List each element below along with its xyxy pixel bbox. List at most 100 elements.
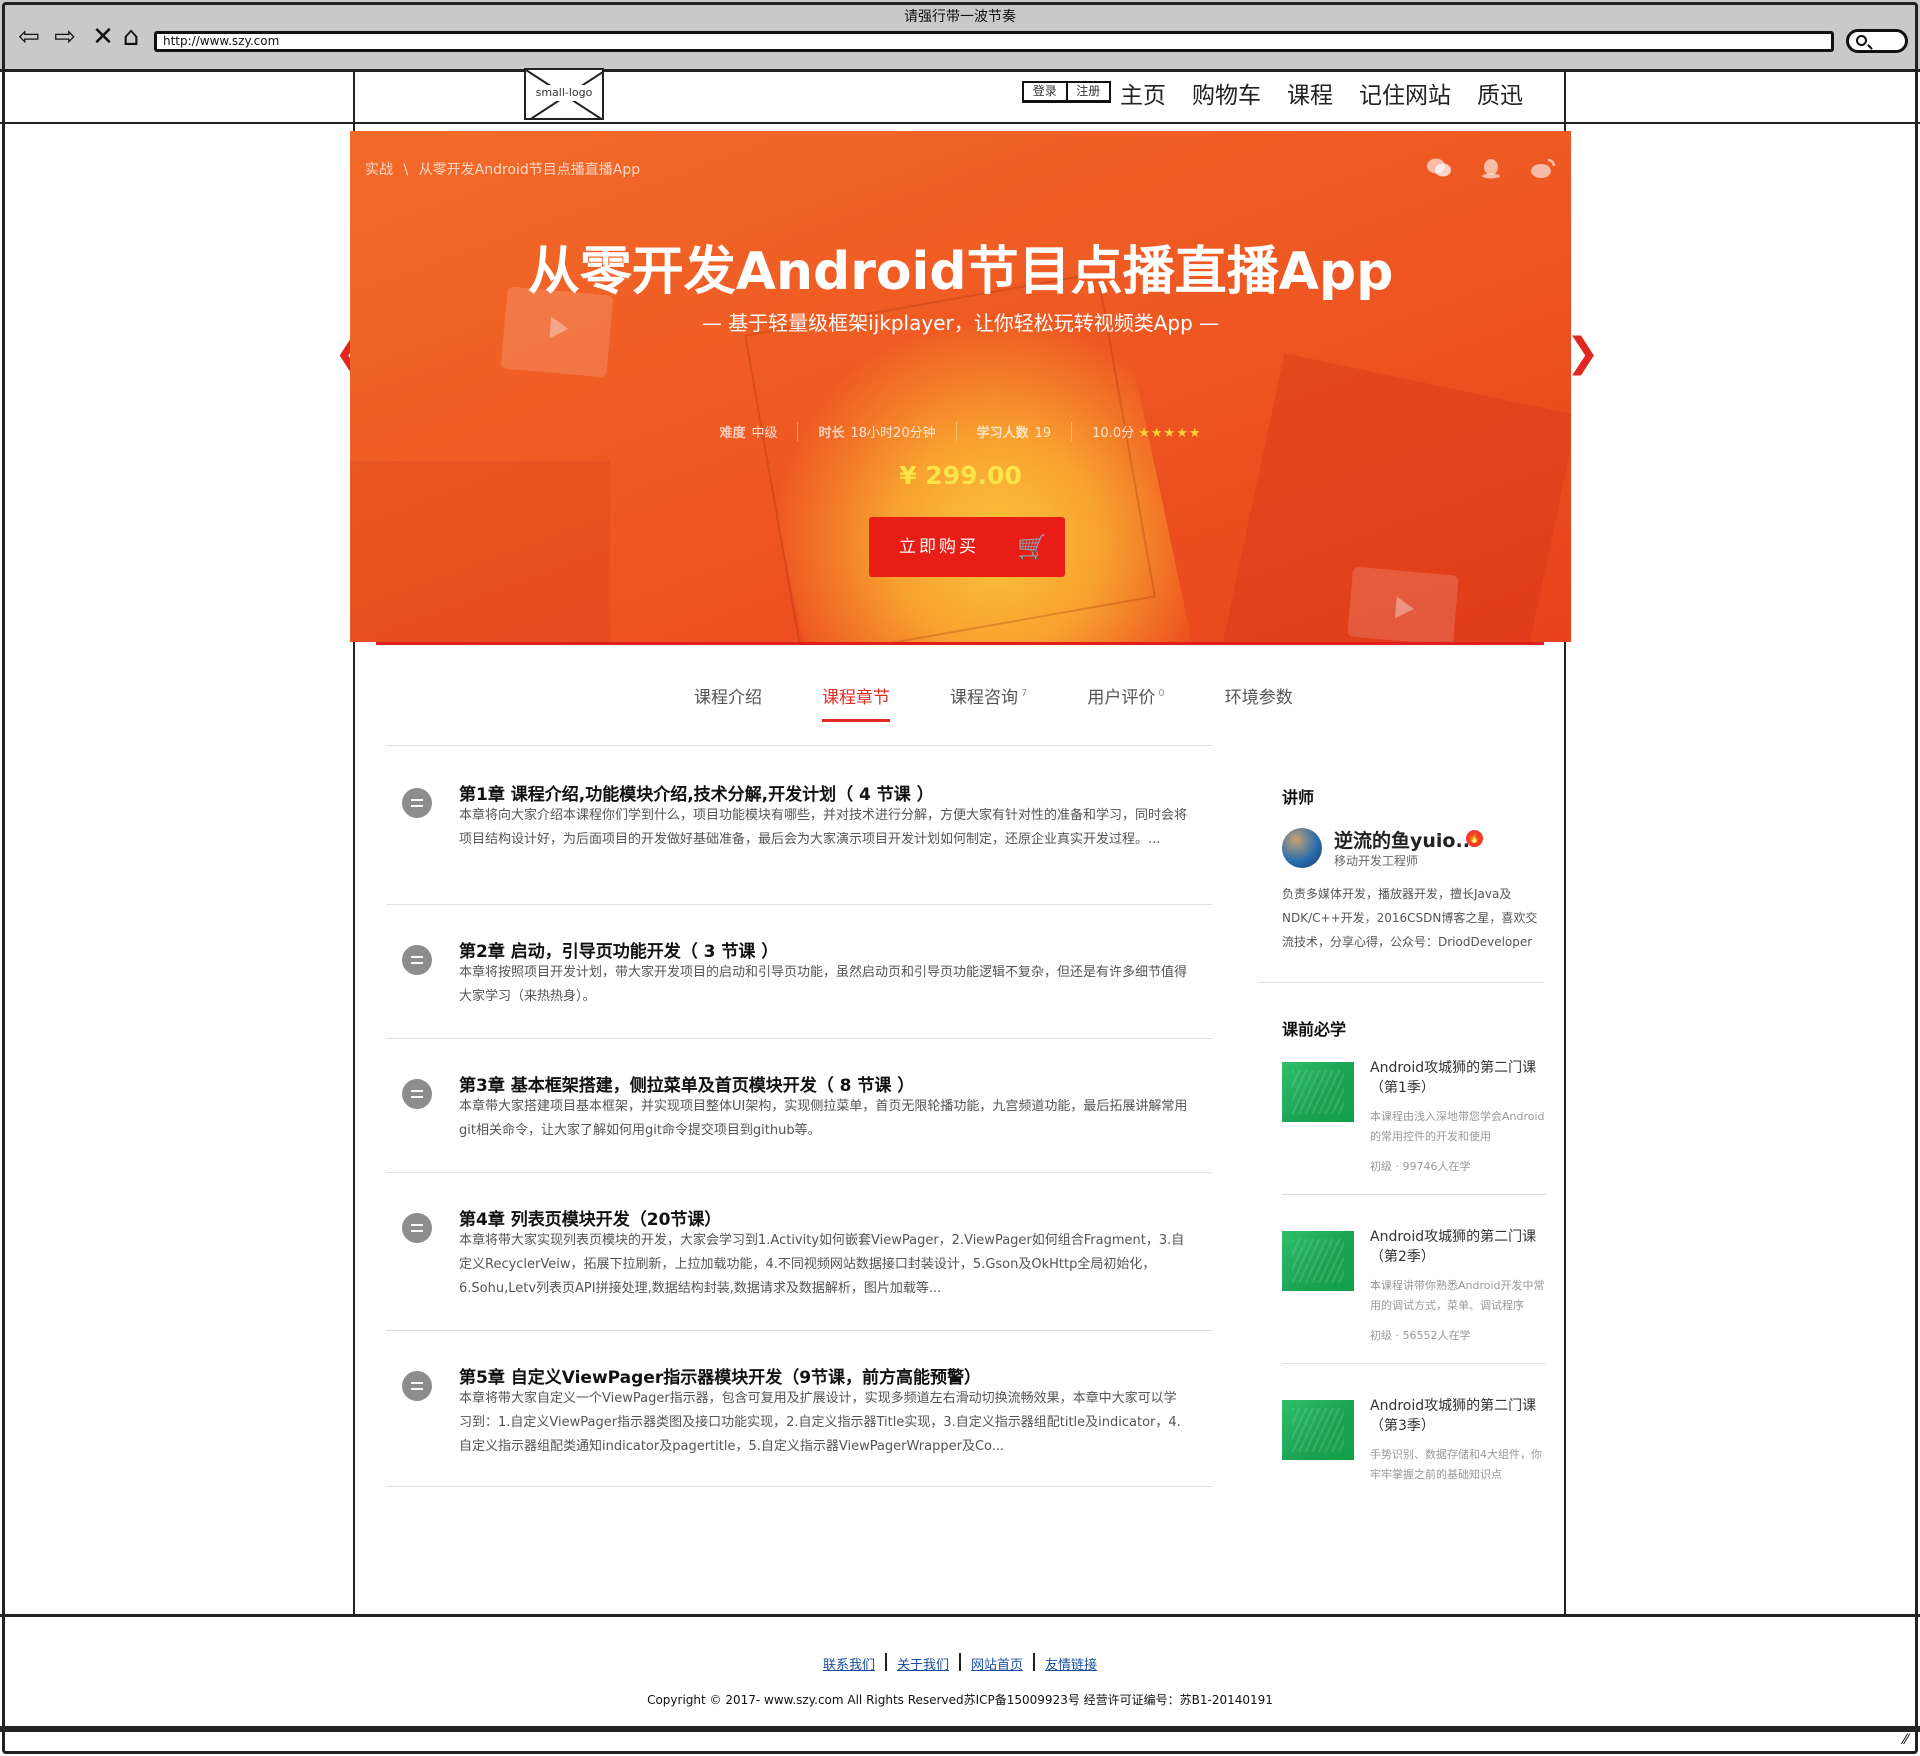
- meta-score: 10.0分 ★★★★★: [1071, 422, 1221, 441]
- course-desc: 本课程讲带你熟悉Android开发中常用的调试方式，菜单、调试程序: [1370, 1279, 1545, 1312]
- course-title[interactable]: Android攻城狮的第二门课（第3季）: [1370, 1396, 1546, 1436]
- chapter-item[interactable]: 第2章 启动，引导页功能开发（ 3 节课 ） 本章将按照项目开发计划，带大家开发…: [386, 905, 1212, 1039]
- chapter-title: 第1章 课程介绍,功能模块介绍,技术分解,开发计划（ 4 节课 ）: [459, 785, 934, 805]
- resize-grip-icon[interactable]: ⁄⁄: [1903, 1732, 1908, 1748]
- header-divider: [0, 122, 1920, 124]
- chapter-title: 第2章 启动，引导页功能开发（ 3 节课 ）: [459, 942, 779, 962]
- register-button[interactable]: 注册: [1065, 83, 1110, 100]
- meta-label: 难度: [719, 426, 746, 441]
- footer-home-link[interactable]: 网站首页: [961, 1654, 1033, 1673]
- share-icons: [1426, 157, 1556, 179]
- meta-value: 18小时20分钟: [850, 426, 936, 441]
- chapter-item[interactable]: 第3章 基本框架搭建，侧拉菜单及首页模块开发（ 8 节课 ） 本章带大家搭建项目…: [386, 1039, 1212, 1173]
- nav-news[interactable]: 质迅: [1477, 76, 1523, 110]
- chapter-desc: 本章将带大家自定义一个ViewPager指示器，包含可复用及扩展设计，实现多频道…: [459, 1391, 1181, 1454]
- star-rating-icon: ★★★★★: [1138, 426, 1202, 441]
- site-logo[interactable]: small-logo: [524, 68, 604, 120]
- meta-value: 中级: [751, 426, 778, 441]
- tab-label: 环境参数: [1224, 688, 1293, 708]
- course-thumbnail[interactable]: [1282, 1062, 1354, 1122]
- footer-divider: [0, 1614, 1920, 1617]
- chapter-desc: 本章将带大家实现列表页模块的开发，大家会学习到1.Activity如何嵌套Vie…: [459, 1233, 1185, 1296]
- tab-count: 0: [1158, 688, 1165, 700]
- teacher-heading: 讲师: [1282, 788, 1315, 807]
- chapter-expand-icon[interactable]: [402, 945, 432, 975]
- tab-intro[interactable]: 课程介绍: [694, 683, 762, 722]
- chapter-item[interactable]: 第1章 课程介绍,功能模块介绍,技术分解,开发计划（ 4 节课 ） 本章将向大家…: [386, 746, 1212, 905]
- chapter-desc: 本章带大家搭建项目基本框架，并实现项目整体UI架构，实现侧拉菜单，首页无限轮播功…: [459, 1099, 1188, 1138]
- nav-courses[interactable]: 课程: [1287, 76, 1333, 110]
- weibo-icon[interactable]: [1530, 157, 1556, 179]
- tab-label: 用户评价: [1087, 688, 1156, 708]
- video-play-icon: [1347, 566, 1459, 642]
- course-desc: 本课程由浅入深地带您学会Android的常用控件的开发和使用: [1370, 1110, 1545, 1143]
- buy-now-button[interactable]: 立即购买 🛒: [869, 517, 1065, 577]
- buy-now-label: 立即购买: [899, 537, 979, 557]
- course-title: 从零开发Android节目点播直播App: [527, 242, 1394, 302]
- breadcrumb-root[interactable]: 实战: [365, 162, 393, 178]
- flame-icon: 🔥: [1466, 830, 1483, 847]
- breadcrumb-current: 从零开发Android节目点播直播App: [418, 162, 641, 178]
- course-divider: [1282, 1363, 1546, 1364]
- tab-label: 课程咨询: [950, 688, 1018, 708]
- chapter-desc: 本章将向大家介绍本课程你们学到什么，项目功能模块有哪些，并对技术进行分解，方便大…: [459, 808, 1188, 847]
- breadcrumb: 实战 \ 从零开发Android节目点播直播App: [365, 159, 640, 179]
- copyright: Copyright © 2017- www.szy.com All Rights…: [647, 1693, 1273, 1707]
- course-tabs: 课程介绍 课程章节 课程咨询 7 用户评价 0 环境参数: [694, 683, 1353, 722]
- teacher-bio: 负责多媒体开发，播放器开发，擅长Java及NDK/C++开发，2016CSDN博…: [1282, 887, 1538, 949]
- tab-consult[interactable]: 课程咨询 7: [950, 683, 1027, 722]
- score-value: 10.0分: [1092, 426, 1135, 441]
- meta-label: 时长: [818, 426, 845, 441]
- tab-top-rule: [376, 642, 1544, 645]
- prereq-heading: 课前必学: [1282, 1020, 1347, 1039]
- nav-bookmark[interactable]: 记住网站: [1359, 76, 1451, 110]
- course-title[interactable]: Android攻城狮的第二门课（第1季）: [1370, 1058, 1546, 1098]
- course-price: ¥ 299.00: [899, 461, 1022, 490]
- meta-difficulty: 难度 中级: [699, 422, 797, 441]
- tab-chapters[interactable]: 课程章节: [822, 683, 890, 722]
- course-thumbnail[interactable]: [1282, 1400, 1354, 1460]
- auth-buttons: 登录 注册: [1022, 81, 1111, 103]
- carousel-next-icon[interactable]: ❯: [1566, 330, 1600, 376]
- course-meta: 初级 · 56552人在学: [1370, 1329, 1471, 1342]
- course-title[interactable]: Android攻城狮的第二门课（第2季）: [1370, 1227, 1546, 1267]
- course-divider: [1282, 1194, 1546, 1195]
- teacher-role: 移动开发工程师: [1334, 854, 1419, 868]
- chapter-expand-icon[interactable]: [402, 1079, 432, 1109]
- wechat-icon[interactable]: [1426, 157, 1452, 179]
- course-meta: 初级 · 99746人在学: [1370, 1160, 1471, 1173]
- chapter-expand-icon[interactable]: [402, 1213, 432, 1243]
- chapter-expand-icon[interactable]: [402, 1371, 432, 1401]
- course-meta: 难度 中级 时长 18小时20分钟 学习人数 19 10.0分 ★★★★★: [350, 422, 1571, 441]
- login-button[interactable]: 登录: [1024, 83, 1066, 100]
- course-desc: 手势识别、数据存储和4大组件，你牢牢掌握之前的基础知识点: [1370, 1448, 1542, 1481]
- tab-count: 7: [1021, 688, 1028, 700]
- chapter-item[interactable]: 第4章 列表页模块开发（20节课） 本章将带大家实现列表页模块的开发，大家会学习…: [386, 1173, 1212, 1331]
- chapter-expand-icon[interactable]: [402, 788, 432, 818]
- footer-links: 联系我们 关于我们 网站首页 友情链接: [0, 1653, 1920, 1673]
- chapter-item[interactable]: 第5章 自定义ViewPager指示器模块开发（9节课，前方高能预警） 本章将带…: [386, 1331, 1212, 1487]
- footer-friends-link[interactable]: 友情链接: [1035, 1654, 1107, 1673]
- cart-icon: 🛒: [1017, 533, 1047, 561]
- main-nav: 主页 购物车 课程 记住网站 质迅: [1120, 76, 1523, 110]
- tab-label: 课程章节: [822, 688, 890, 708]
- meta-label: 学习人数: [976, 426, 1029, 441]
- meta-learners: 学习人数 19: [955, 422, 1072, 441]
- course-hero-banner: 实战 \ 从零开发Android节目点播直播App 从零开发Android节目点…: [350, 131, 1571, 642]
- course-thumbnail[interactable]: [1282, 1231, 1354, 1291]
- nav-cart[interactable]: 购物车: [1192, 76, 1261, 110]
- qq-icon[interactable]: [1478, 157, 1504, 179]
- course-subtitle: — 基于轻量级框架ijkplayer，让你轻松玩转视频类App —: [701, 311, 1220, 335]
- avatar[interactable]: [1282, 828, 1322, 868]
- meta-duration: 时长 18小时20分钟: [797, 422, 955, 441]
- chapter-desc: 本章将按照项目开发计划，带大家开发项目的启动和引导页功能，虽然启动页和引导页功能…: [459, 965, 1188, 1004]
- nav-home[interactable]: 主页: [1120, 76, 1166, 110]
- tab-environment[interactable]: 环境参数: [1225, 683, 1293, 722]
- footer-about-link[interactable]: 关于我们: [887, 1654, 959, 1673]
- teacher-name[interactable]: 逆流的鱼yuio...: [1334, 826, 1477, 853]
- chapter-title: 第5章 自定义ViewPager指示器模块开发（9节课，前方高能预警）: [459, 1368, 982, 1388]
- tab-label: 课程介绍: [694, 688, 762, 708]
- chapter-title: 第3章 基本框架搭建，侧拉菜单及首页模块开发（ 8 节课 ）: [459, 1076, 915, 1096]
- tab-reviews[interactable]: 用户评价 0: [1087, 683, 1164, 722]
- footer-contact-link[interactable]: 联系我们: [813, 1654, 885, 1673]
